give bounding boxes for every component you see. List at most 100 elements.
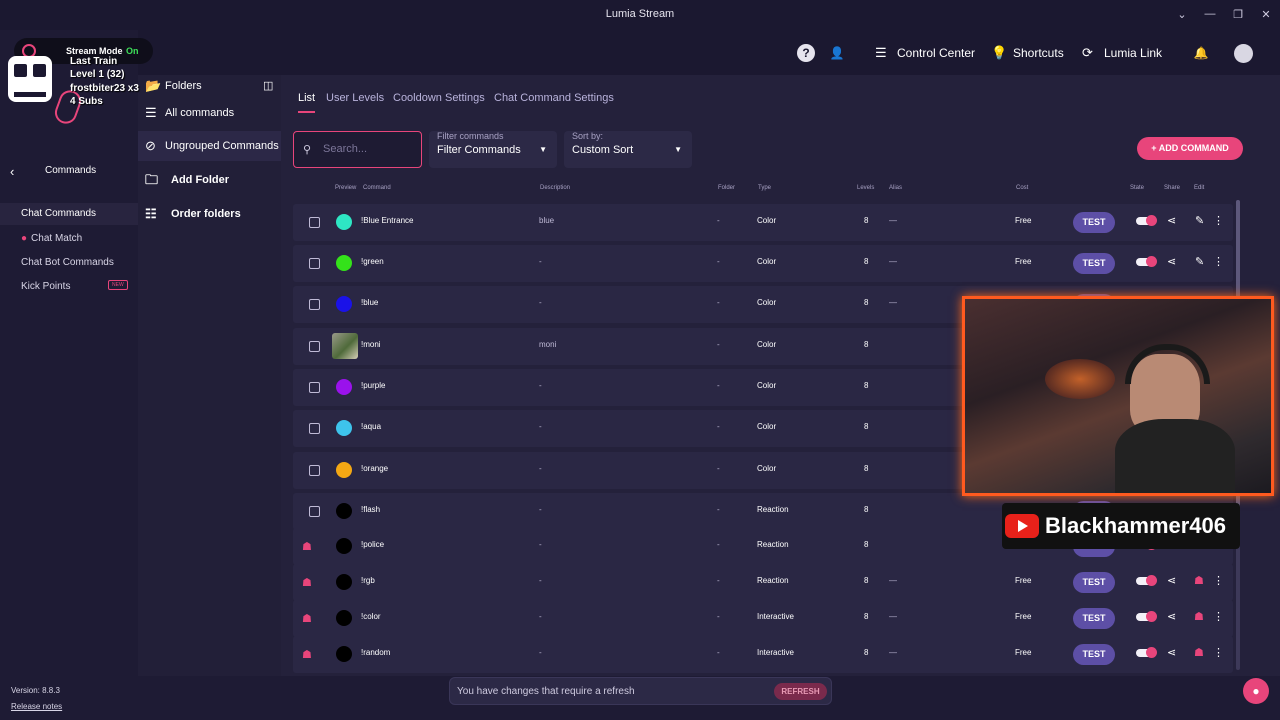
more-menu-icon[interactable]: ⋮ <box>1213 574 1224 587</box>
more-menu-icon[interactable]: ⋮ <box>1213 214 1224 227</box>
version-text: Version: 8.8.3 <box>11 686 60 695</box>
edit-pencil-icon[interactable]: ✎ <box>1195 214 1204 227</box>
row-checkbox[interactable] <box>309 382 320 393</box>
train-title: Last Train <box>70 56 118 67</box>
lock-icon: ☗ <box>302 577 312 589</box>
row-checkbox[interactable] <box>309 258 320 269</box>
share-icon[interactable]: ⋖ <box>1167 646 1176 659</box>
refresh-button[interactable]: REFRESH <box>774 683 827 700</box>
tab-list[interactable]: List <box>298 92 316 113</box>
collapse-panel-icon[interactable]: ◫ <box>263 71 273 101</box>
control-center-link[interactable]: ☰ Control Center <box>875 45 975 61</box>
shortcuts-link[interactable]: 💡 Shortcuts <box>991 45 1064 61</box>
command-type: Color <box>757 257 777 266</box>
row-checkbox[interactable] <box>309 423 320 434</box>
command-type: Color <box>757 464 777 473</box>
premium-lock-icon[interactable]: ☗ <box>1194 610 1204 623</box>
sort-by-select[interactable]: Sort by: Custom Sort ▼ <box>564 131 692 168</box>
sidebar-item-chat-bot-commands[interactable]: Chat Bot Commands <box>21 257 114 268</box>
help-icon[interactable]: ? <box>797 44 815 62</box>
row-checkbox[interactable] <box>309 465 320 476</box>
filter-commands-select[interactable]: Filter commands Filter Commands ▼ <box>429 131 557 168</box>
command-folder: - <box>717 298 720 307</box>
lock-icon: ☗ <box>302 649 312 661</box>
table-row[interactable]: ☗ !color - - Interactive 8 — Free TEST ⋖ ☗ ⋮ <box>293 600 1233 637</box>
chevron-down-icon: ▼ <box>539 145 547 154</box>
share-icon[interactable]: ⋖ <box>1167 214 1176 227</box>
add-folder-button[interactable]: 🗀 Add Folder <box>138 165 281 195</box>
folder-ungrouped-commands[interactable]: ⊘ Ungrouped Commands <box>138 131 281 161</box>
command-name: !flash <box>361 505 381 514</box>
command-type: Reaction <box>757 505 789 514</box>
order-folders-button[interactable]: ☷ Order folders <box>138 199 281 229</box>
sidebar-item-kick-points[interactable]: Kick Points NEW <box>21 280 128 292</box>
table-row[interactable]: ☗ !rgb - - Reaction 8 — Free TEST ⋖ ☗ ⋮ <box>293 564 1233 601</box>
row-checkbox[interactable] <box>309 299 320 310</box>
lumia-link-link[interactable]: ⟳ Lumia Link <box>1082 45 1162 61</box>
table-row[interactable]: !Blue Entrance blue - Color 8 — Free TEST ⋖ ✎ ⋮ <box>293 204 1233 241</box>
share-icon[interactable]: ⋖ <box>1167 574 1176 587</box>
test-button[interactable]: TEST <box>1073 644 1115 665</box>
close-button[interactable]: ✕ <box>1258 8 1274 21</box>
state-toggle[interactable] <box>1136 647 1157 658</box>
test-button[interactable]: TEST <box>1073 212 1115 233</box>
command-name: !random <box>361 648 391 657</box>
users-icon[interactable]: 👤 <box>828 44 846 62</box>
row-checkbox[interactable] <box>309 506 320 517</box>
tab-user-levels[interactable]: User Levels <box>326 92 384 104</box>
test-button[interactable]: TEST <box>1073 572 1115 593</box>
state-toggle[interactable] <box>1136 215 1157 226</box>
sidebar-item-chat-match[interactable]: ● Chat Match <box>21 233 82 244</box>
edit-pencil-icon[interactable]: ✎ <box>1195 255 1204 268</box>
tab-cooldown-settings[interactable]: Cooldown Settings <box>393 92 485 104</box>
preview-color-swatch <box>336 379 352 395</box>
bell-icon[interactable]: 🔔 <box>1192 44 1210 62</box>
table-row[interactable]: ☗ !random - - Interactive 8 — Free TEST ⋖ ☗ ⋮ <box>293 636 1233 673</box>
dropdown-window-button[interactable]: ⌄ <box>1174 8 1190 21</box>
train-user: frostbiter23 x3 <box>70 83 139 94</box>
premium-lock-icon[interactable]: ☗ <box>1194 646 1204 659</box>
test-button[interactable]: TEST <box>1073 253 1115 274</box>
search-input[interactable]: ⚲ Search... <box>293 131 422 168</box>
share-icon[interactable]: ⋖ <box>1167 255 1176 268</box>
col-folder: Folder <box>718 185 736 191</box>
title-bar: Lumia Stream ⌄ — ❐ ✕ <box>0 0 1280 30</box>
table-row[interactable]: !green - - Color 8 — Free TEST ⋖ ✎ ⋮ <box>293 245 1233 282</box>
command-folder: - <box>717 648 720 657</box>
new-badge: NEW <box>108 280 128 290</box>
back-chevron-icon[interactable]: ‹ <box>10 164 14 179</box>
state-toggle[interactable] <box>1136 256 1157 267</box>
more-menu-icon[interactable]: ⋮ <box>1213 255 1224 268</box>
maximize-button[interactable]: ❐ <box>1230 8 1246 21</box>
premium-lock-icon[interactable]: ☗ <box>1194 574 1204 587</box>
row-checkbox[interactable] <box>309 341 320 352</box>
command-folder: - <box>717 422 720 431</box>
chat-support-icon[interactable]: ● <box>1243 678 1269 704</box>
preview-color-swatch <box>336 574 352 590</box>
more-menu-icon[interactable]: ⋮ <box>1213 646 1224 659</box>
release-notes-link[interactable]: Release notes <box>11 702 62 711</box>
add-folder-icon: 🗀 <box>145 172 159 187</box>
sidebar-item-chat-commands[interactable]: Chat Commands <box>0 203 138 225</box>
command-name: !moni <box>361 340 381 349</box>
avatar[interactable] <box>1234 44 1253 63</box>
minimize-button[interactable]: — <box>1202 8 1218 20</box>
tab-chat-command-settings[interactable]: Chat Command Settings <box>494 92 614 104</box>
stream-mode-value: On <box>126 46 139 56</box>
state-toggle[interactable] <box>1136 575 1157 586</box>
test-button[interactable]: TEST <box>1073 608 1115 629</box>
row-checkbox[interactable] <box>309 217 320 228</box>
folder-all-commands[interactable]: ☰ All commands <box>138 98 281 128</box>
preview-color-swatch <box>336 420 352 436</box>
command-folder: - <box>717 381 720 390</box>
command-name: !blue <box>361 298 379 307</box>
preview-color-swatch <box>336 214 352 230</box>
share-icon[interactable]: ⋖ <box>1167 610 1176 623</box>
state-toggle[interactable] <box>1136 611 1157 622</box>
more-menu-icon[interactable]: ⋮ <box>1213 610 1224 623</box>
command-description: - <box>539 422 542 431</box>
command-type: Color <box>757 381 777 390</box>
command-type: Reaction <box>757 540 789 549</box>
add-command-button[interactable]: + ADD COMMAND <box>1137 137 1243 160</box>
lock-icon: ☗ <box>302 541 312 553</box>
